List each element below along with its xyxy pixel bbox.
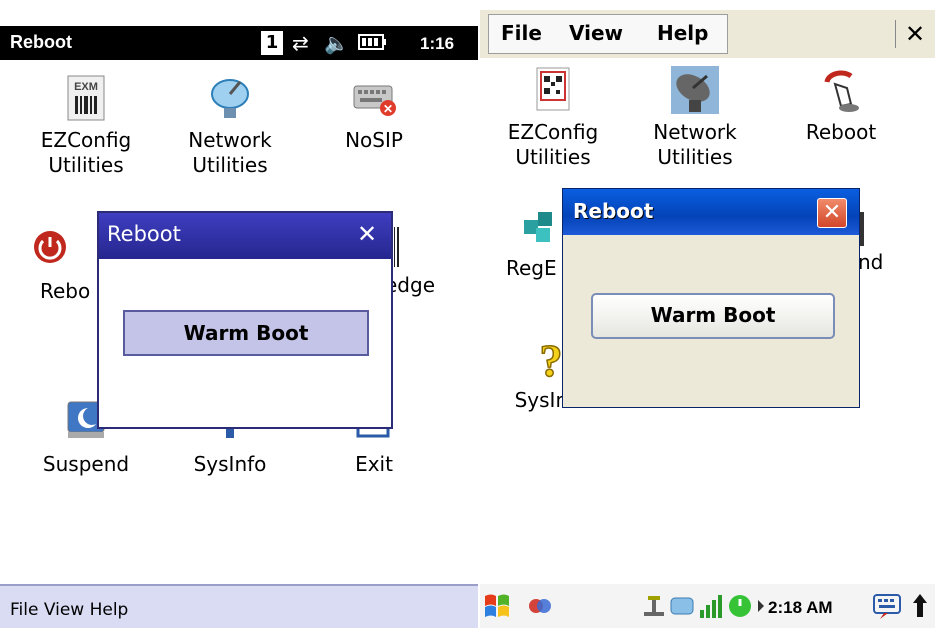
- app-icon-regedit[interactable]: RegE: [488, 202, 568, 281]
- satellite-dish-icon: [671, 66, 719, 114]
- app-label: Reboot: [805, 120, 877, 144]
- app-label: Network: [653, 120, 737, 144]
- dialog-title-bar[interactable]: Reboot ✕: [563, 189, 859, 235]
- reboot-dialog: Reboot ✕ Warm Boot: [562, 188, 860, 408]
- keyboard-icon: ✕: [350, 74, 398, 122]
- app-label: Exit: [355, 452, 393, 476]
- svg-text:EXM: EXM: [74, 81, 98, 93]
- registry-cubes-icon: [518, 202, 566, 250]
- app-label: RegE: [506, 256, 557, 280]
- taskbar: 2:18 AM: [480, 584, 935, 628]
- app-label: Utilities: [657, 145, 733, 169]
- status-clock[interactable]: 1:16: [420, 32, 454, 56]
- expand-arrow-icon[interactable]: [756, 598, 766, 626]
- connectivity-icon[interactable]: [526, 592, 554, 620]
- app-icon-edge[interactable]: edge: [385, 225, 455, 298]
- app-label: Utilities: [192, 153, 268, 177]
- app-label: SysInfo: [193, 452, 267, 476]
- menu-group: File View Help: [488, 14, 728, 54]
- app-icon-network-utilities[interactable]: Network Utilities: [160, 74, 300, 178]
- menu-file[interactable]: File: [501, 21, 542, 45]
- dialog-title: Reboot: [573, 199, 654, 223]
- app-label: Suspend: [42, 452, 130, 476]
- app-label: edge: [385, 273, 435, 297]
- dialog-title: Reboot: [107, 222, 181, 246]
- wireless-icon[interactable]: [668, 592, 696, 620]
- satellite-dish-icon: [206, 74, 254, 122]
- menu-bar: File View Help ✕: [480, 10, 935, 58]
- barcode-document-icon: EXM: [62, 74, 110, 122]
- status-bar-title: Reboot: [10, 32, 72, 52]
- soft-key-menu-bar: File View Help: [0, 584, 478, 628]
- menu-help[interactable]: Help: [657, 21, 708, 45]
- app-icon-reboot[interactable]: Rebo: [0, 225, 100, 304]
- dialog-title-bar[interactable]: Reboot ✕: [99, 213, 391, 259]
- warm-boot-button[interactable]: Warm Boot: [123, 310, 369, 356]
- signal-bars-icon[interactable]: [698, 592, 726, 620]
- reboot-dialog: Reboot ✕ Warm Boot: [97, 211, 393, 429]
- battery-icon[interactable]: [358, 31, 388, 55]
- network-icon[interactable]: [640, 592, 668, 620]
- app-icon-ezconfig[interactable]: EZConfig Utilities: [488, 66, 618, 170]
- app-label: nd: [858, 250, 884, 274]
- app-label: Utilities: [515, 145, 591, 169]
- svg-text:?: ?: [540, 335, 563, 382]
- app-icon-network-utilities[interactable]: Network Utilities: [630, 66, 760, 170]
- scroll-up-icon[interactable]: [910, 592, 930, 620]
- barcode-document-icon: [529, 66, 577, 114]
- close-icon[interactable]: ✕: [905, 20, 925, 48]
- power-status-icon[interactable]: [726, 592, 754, 620]
- svg-text:✕: ✕: [383, 102, 393, 116]
- app-label: Network: [188, 128, 272, 152]
- start-flag-icon[interactable]: [482, 592, 512, 620]
- app-label: EZConfig: [40, 128, 132, 152]
- signal-strength-icon[interactable]: 1: [261, 31, 283, 55]
- menu-divider: [895, 20, 896, 48]
- menu-view[interactable]: View: [569, 21, 623, 45]
- app-label: EZConfig: [507, 120, 599, 144]
- app-icon-reboot[interactable]: Reboot: [776, 66, 906, 145]
- warm-boot-button[interactable]: Warm Boot: [591, 293, 835, 339]
- app-icon-ezconfig[interactable]: EXM EZConfig Utilities: [16, 74, 156, 178]
- app-label: NoSIP: [345, 128, 403, 152]
- menu-bar-label[interactable]: File View Help: [10, 600, 128, 620]
- keyboard-input-icon[interactable]: [872, 592, 902, 620]
- data-transfer-icon[interactable]: ⇄: [292, 31, 309, 55]
- app-icon-nosip[interactable]: ✕ NoSIP: [304, 74, 444, 153]
- reboot-hand-icon: [817, 66, 865, 114]
- taskbar-clock[interactable]: 2:18 AM: [768, 598, 833, 618]
- app-icon-suspend[interactable]: nd: [858, 202, 918, 275]
- volume-icon[interactable]: 🔈: [324, 31, 349, 55]
- status-bar: Reboot 1 ⇄ 🔈 1:16: [0, 26, 478, 60]
- close-icon[interactable]: ✕: [357, 220, 377, 248]
- close-icon[interactable]: ✕: [817, 198, 847, 228]
- app-label: Utilities: [48, 153, 124, 177]
- app-label: Rebo: [40, 279, 91, 303]
- power-hand-icon: [26, 225, 74, 273]
